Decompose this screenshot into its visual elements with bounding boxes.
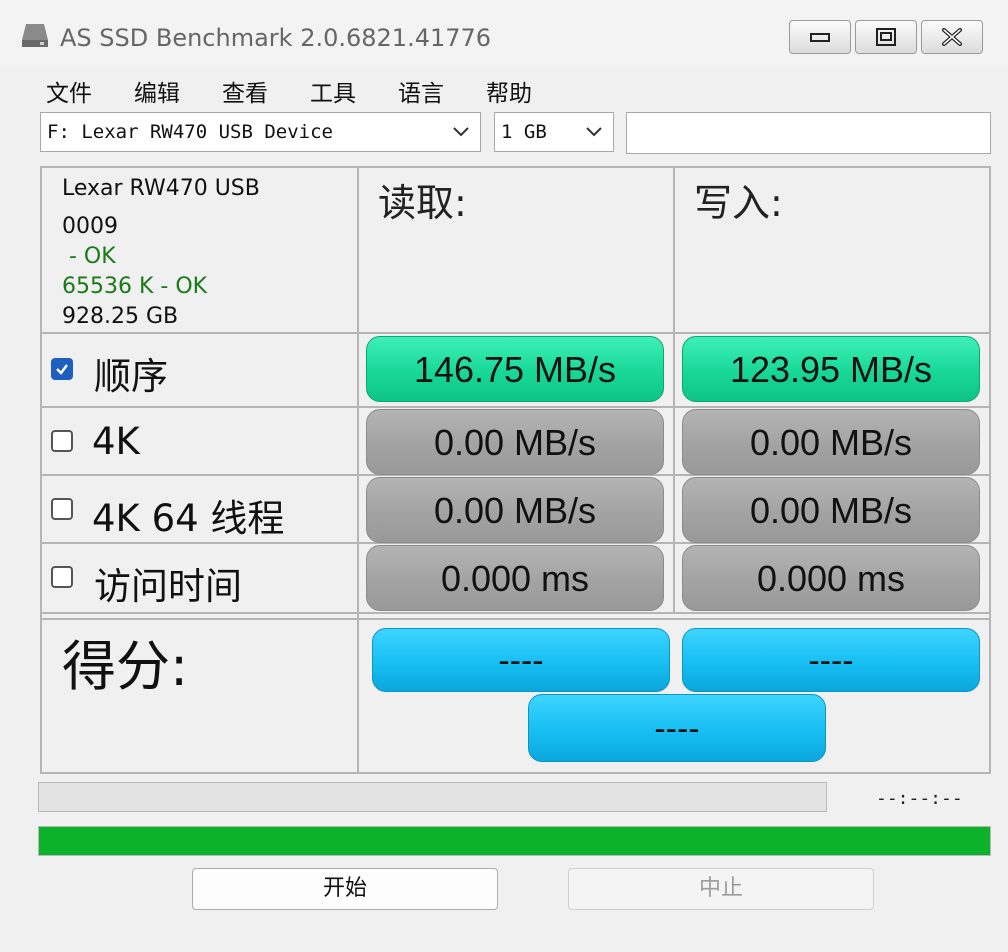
grid-line xyxy=(40,618,991,620)
abort-button[interactable]: 中止 xyxy=(568,868,874,910)
access-time-label: 访问时间 xyxy=(94,565,242,608)
drive-capacity: 928.25 GB xyxy=(62,304,179,329)
grid-line xyxy=(40,406,991,408)
access-time-write-result: 0.000 ms xyxy=(682,545,980,611)
write-column-header: 写入: xyxy=(694,181,783,225)
test-size-value: 1 GB xyxy=(501,121,547,143)
window-title: AS SSD Benchmark 2.0.6821.41776 xyxy=(60,24,492,52)
sequential-write-result: 123.95 MB/s xyxy=(682,336,980,402)
grid-line xyxy=(989,166,991,774)
sequential-checkbox[interactable] xyxy=(51,358,73,380)
grid-line xyxy=(40,166,991,168)
overall-progress-fill xyxy=(39,827,990,855)
grid-line xyxy=(40,332,991,334)
read-score: ---- xyxy=(372,628,670,692)
read-column-header: 读取: xyxy=(378,181,467,225)
menu-view[interactable]: 查看 xyxy=(222,74,268,108)
current-test-progress-bar xyxy=(38,782,827,812)
4k-label: 4K xyxy=(92,420,140,463)
maximize-button[interactable] xyxy=(855,20,917,54)
menu-language[interactable]: 语言 xyxy=(398,74,444,108)
extra-info-field[interactable] xyxy=(626,112,991,154)
4k-64-thread-label: 4K 64 线程 xyxy=(92,497,285,540)
menu-file[interactable]: 文件 xyxy=(46,74,92,108)
4k-read-result: 0.00 MB/s xyxy=(366,409,664,475)
grid-line xyxy=(673,166,675,614)
score-label: 得分: xyxy=(62,635,189,698)
minimize-button[interactable] xyxy=(789,20,851,54)
drive-select-value: F: Lexar RW470 USB Device xyxy=(47,121,333,143)
start-button[interactable]: 开始 xyxy=(192,868,498,910)
maximize-icon xyxy=(876,28,896,46)
access-time-checkbox[interactable] xyxy=(51,566,73,588)
write-score: ---- xyxy=(682,628,980,692)
grid-line xyxy=(40,772,991,774)
grid-line xyxy=(40,612,991,614)
overall-progress-bar xyxy=(38,826,991,856)
close-button[interactable] xyxy=(921,20,983,54)
elapsed-time: --:--:-- xyxy=(876,788,963,809)
grid-line xyxy=(40,166,42,774)
drive-select[interactable]: F: Lexar RW470 USB Device xyxy=(40,112,481,152)
minimize-icon xyxy=(810,33,830,42)
close-icon xyxy=(942,28,962,46)
chevron-down-icon xyxy=(586,127,602,137)
driver-status: - OK xyxy=(62,244,116,269)
alignment-status: 65536 K - OK xyxy=(62,274,208,299)
4k-64-thread-read-result: 0.00 MB/s xyxy=(366,477,664,543)
drive-firmware: 0009 xyxy=(62,214,118,239)
menu-help[interactable]: 帮助 xyxy=(486,74,532,108)
sequential-label: 顺序 xyxy=(94,355,168,398)
drive-name: Lexar RW470 USB xyxy=(62,176,260,201)
total-score: ---- xyxy=(528,694,826,762)
app-drive-icon xyxy=(22,24,48,47)
menu-tools[interactable]: 工具 xyxy=(310,74,356,108)
chevron-down-icon xyxy=(453,127,469,137)
4k-checkbox[interactable] xyxy=(51,430,73,452)
title-bar: AS SSD Benchmark 2.0.6821.41776 xyxy=(0,0,1008,68)
4k-64-thread-checkbox[interactable] xyxy=(51,498,73,520)
test-size-select[interactable]: 1 GB xyxy=(494,112,614,152)
4k-64-thread-write-result: 0.00 MB/s xyxy=(682,477,980,543)
sequential-read-result: 146.75 MB/s xyxy=(366,336,664,402)
4k-write-result: 0.00 MB/s xyxy=(682,409,980,475)
checkmark-icon xyxy=(56,364,68,375)
menu-edit[interactable]: 编辑 xyxy=(134,74,180,108)
grid-line xyxy=(357,166,359,774)
access-time-read-result: 0.000 ms xyxy=(366,545,664,611)
